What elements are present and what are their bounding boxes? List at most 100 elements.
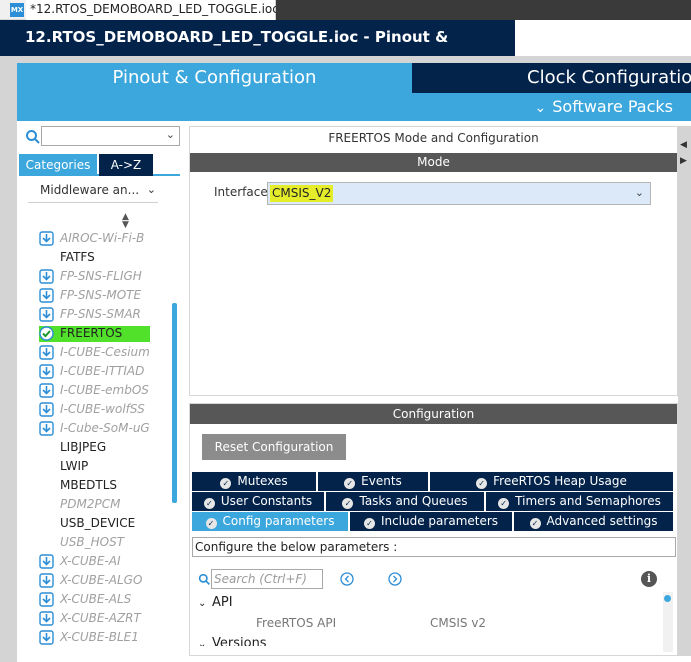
list-item[interactable]: X-CUBE-BLE1 [17, 628, 177, 647]
list-item-label: LIBJPEG [60, 440, 107, 454]
editor-tab[interactable]: *12.RTOS_DEMOBOARD_LED_TOGGLE.ioc [26, 0, 279, 20]
list-item[interactable]: PDM2PCM [17, 495, 177, 514]
list-item[interactable]: X-CUBE-ALS [17, 590, 177, 609]
list-item[interactable]: I-CUBE-ITTIAD [17, 362, 177, 381]
tab-tasks-and-queues[interactable]: ✓ Tasks and Queues [326, 492, 484, 511]
config-search-input[interactable]: Search (Ctrl+F) [211, 569, 323, 589]
list-item[interactable]: I-CUBE-wolfSS [17, 400, 177, 419]
list-item[interactable]: FP-SNS-FLIGH [17, 267, 177, 286]
next-result-icon[interactable] [388, 572, 402, 586]
software-packs-menu[interactable]: ⌄ Software Packs [535, 93, 673, 122]
tab-label: Events [361, 474, 402, 488]
list-item[interactable]: X-CUBE-AI [17, 552, 177, 571]
list-item-label: I-Cube-SoM-uG [60, 421, 150, 435]
list-scrollbar[interactable] [172, 303, 177, 503]
list-item-label: LWIP [60, 459, 89, 473]
software-packs-bar: ⌄ Software Packs [17, 93, 691, 121]
list-item-label: X-CUBE-AI [60, 554, 121, 568]
breadcrumb-item[interactable]: 12.RTOS_DEMOBOARD_LED_TOGGLE.ioc - Pinou… [0, 20, 515, 80]
list-item-label: AIROC-Wi-Fi-B [60, 231, 145, 245]
list-item[interactable]: MBEDTLS [17, 476, 177, 495]
breadcrumb: 12.RTOS_DEMOBOARD_LED_TOGGLE.ioc - Pinou… [0, 20, 691, 80]
tab-label: Advanced settings [546, 514, 658, 528]
tab-include-parameters[interactable]: ✓ Include parameters [350, 512, 512, 531]
list-item[interactable]: FREERTOS [17, 324, 177, 343]
search-icon [26, 130, 40, 144]
list-item[interactable]: I-Cube-SoM-uG [17, 419, 177, 438]
interface-select[interactable]: CMSIS_V2 ⌄ [267, 182, 651, 205]
list-item[interactable]: USB_DEVICE [17, 514, 177, 533]
config-description: Configure the below parameters : [192, 537, 676, 557]
tab-label: Timers and Semaphores [515, 494, 661, 508]
download-icon [39, 421, 54, 436]
tab-timers-and-semaphores[interactable]: ✓ Timers and Semaphores [486, 492, 673, 511]
tab-freertos-heap-usage[interactable]: ✓ FreeRTOS Heap Usage [430, 472, 673, 491]
download-icon [39, 573, 54, 588]
sort-icon[interactable]: ▲ ▼ [122, 213, 129, 230]
list-item[interactable]: X-CUBE-AZRT [17, 609, 177, 628]
chevron-down-icon: ⌄ [198, 598, 207, 609]
tab-label: Mutexes [237, 474, 288, 488]
tab-categories[interactable]: Categories [19, 154, 97, 176]
mode-section-header: Mode [190, 153, 677, 172]
mode-panel-title: FREERTOS Mode and Configuration [328, 131, 539, 145]
list-item-label: USB_HOST [60, 535, 125, 549]
window-titlebar: MX *12.RTOS_DEMOBOARD_LED_TOGGLE.ioc [0, 0, 691, 20]
tab-label: FreeRTOS Heap Usage [493, 474, 627, 488]
info-icon[interactable]: i [641, 571, 657, 587]
chevron-down-icon: ⌄ [146, 183, 156, 196]
tab-config-parameters[interactable]: ✓ Config parameters [192, 512, 348, 531]
list-item[interactable]: USB_HOST [17, 533, 177, 552]
chevron-down-icon: ⌄ [165, 128, 175, 141]
tab-mutexes[interactable]: ✓ Mutexes [192, 472, 316, 491]
download-icon [39, 288, 54, 303]
reset-configuration-button[interactable]: Reset Configuration [202, 434, 346, 460]
list-item[interactable]: I-CUBE-Cesium [17, 343, 177, 362]
tab-advanced-settings[interactable]: ✓ Advanced settings [514, 512, 673, 531]
list-item[interactable]: LWIP [17, 457, 177, 476]
list-item-label: X-CUBE-BLE1 [60, 630, 139, 644]
collapse-arrow-icon[interactable]: ◀ [680, 140, 687, 150]
list-item[interactable]: AIROC-Wi-Fi-B [17, 229, 177, 248]
tree-group-api[interactable]: ⌄ API [198, 595, 233, 610]
download-icon [39, 402, 54, 417]
list-item[interactable]: X-CUBE-ALGO [17, 571, 177, 590]
tab-a-z[interactable]: A->Z [99, 154, 153, 176]
list-item-label: X-CUBE-AZRT [60, 611, 141, 625]
previous-result-icon[interactable] [340, 572, 354, 586]
category-select-value: Middleware an... [40, 183, 140, 197]
list-item-label: I-CUBE-embOS [60, 383, 149, 397]
titlebar-filler [276, 0, 691, 20]
list-item[interactable]: I-CUBE-embOS [17, 381, 177, 400]
list-item-label: FREERTOS [60, 326, 123, 340]
tree-group-label: Versions [212, 636, 267, 646]
chevron-down-icon: ⌄ [198, 639, 207, 646]
scroll-thumb[interactable] [664, 595, 671, 602]
tab-events[interactable]: ✓ Events [318, 472, 428, 491]
list-item[interactable]: FP-SNS-MOTE [17, 286, 177, 305]
category-select[interactable]: Middleware an... ⌄ [28, 179, 158, 203]
list-item[interactable]: FP-SNS-SMAR [17, 305, 177, 324]
tab-user-constants[interactable]: ✓ User Constants [192, 492, 324, 511]
download-icon [39, 269, 54, 284]
config-scrollbar[interactable] [663, 592, 673, 652]
list-item-label: FATFS [60, 250, 95, 264]
download-icon [39, 307, 54, 322]
list-item-label: USB_DEVICE [60, 516, 136, 530]
tab-clock-configuration[interactable]: Clock Configuration [412, 63, 691, 93]
interface-label: Interface [214, 185, 268, 199]
middleware-list: AIROC-Wi-Fi-B FATFS FP-SNS-FLIGH FP-SNS-MOT… [17, 229, 177, 647]
list-item[interactable]: LIBJPEG [17, 438, 177, 457]
expand-arrow-icon[interactable]: ▶ [680, 156, 687, 166]
list-item-label: X-CUBE-ALS [60, 592, 132, 606]
list-item[interactable]: FATFS [17, 248, 177, 267]
tab-label: User Constants [220, 494, 313, 508]
check-icon: ✓ [205, 518, 217, 529]
search-combo[interactable]: ⌄ [41, 126, 180, 146]
tree-param-name: FreeRTOS API [256, 616, 337, 630]
tree-group-versions[interactable]: ⌄ Versions [198, 636, 267, 646]
tree-param-value[interactable]: CMSIS v2 [430, 616, 486, 630]
tree-group-label: API [212, 595, 233, 610]
tab-pinout-configuration[interactable]: Pinout & Configuration [17, 63, 412, 93]
check-icon: ✓ [342, 498, 354, 509]
